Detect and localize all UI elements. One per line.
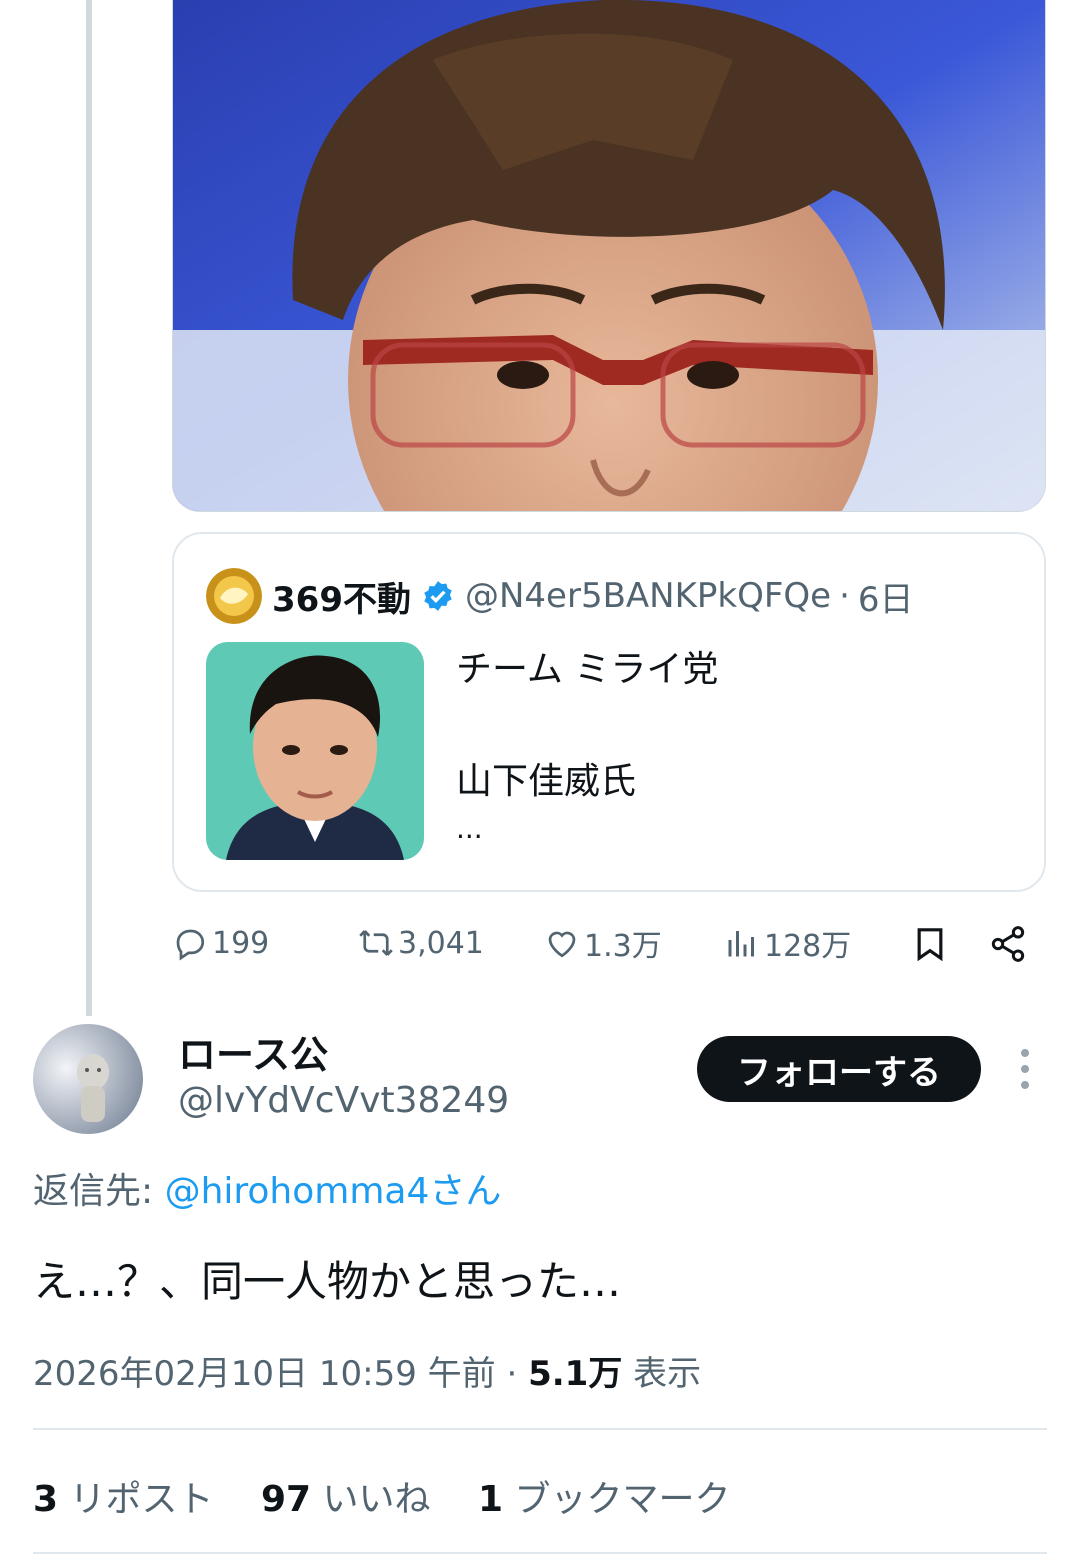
quoted-author-handle[interactable]: @N4er5BANKPkQFQe	[465, 576, 831, 616]
likes-stat[interactable]: 97 いいね	[261, 1479, 431, 1520]
quoted-tweet-ellipsis: ...	[456, 812, 483, 845]
more-icon[interactable]	[1010, 1046, 1040, 1092]
repost-count: 3,041	[398, 925, 484, 961]
reply-to-line: 返信先: @hirohomma4さん	[33, 1162, 501, 1214]
bookmarks-stat[interactable]: 1 ブックマーク	[478, 1479, 731, 1520]
tweet-action-bar: 199 3,041 1.3万 128万	[172, 912, 1046, 974]
quoted-tweet-thumbnail[interactable]	[206, 642, 424, 860]
tweet-photo[interactable]	[172, 0, 1046, 512]
reply-count: 199	[212, 925, 270, 961]
views-icon	[728, 931, 754, 957]
meta-separator: ·	[495, 1354, 529, 1394]
reply-to-link[interactable]: @hirohomma4さん	[165, 1171, 502, 1212]
reposts-stat[interactable]: 3 リポスト	[33, 1479, 214, 1520]
bookmarks-stat-label: ブックマーク	[503, 1479, 731, 1520]
repost-button[interactable]: 3,041	[358, 912, 484, 974]
repost-icon	[359, 930, 393, 956]
quoted-tweet-line-2: 山下佳威氏	[456, 761, 637, 802]
reposts-stat-count: 3	[33, 1479, 59, 1520]
share-icon[interactable]	[988, 924, 1028, 964]
likes-stat-count: 97	[260, 1479, 312, 1520]
bookmark-icon[interactable]	[910, 924, 950, 964]
reply-button[interactable]: 199	[172, 912, 269, 974]
figurine-avatar-image	[33, 1024, 143, 1134]
like-count: 1.3万	[584, 929, 662, 964]
verified-icon	[424, 581, 452, 611]
divider	[33, 1552, 1047, 1554]
likes-stat-label: いいね	[311, 1479, 431, 1520]
tweet-text: え…？、同一人物かと思った…	[33, 1257, 622, 1306]
separator-dot: ·	[839, 576, 850, 616]
views-count: 128万	[764, 929, 852, 964]
photo-illustration	[173, 0, 1045, 511]
engagement-stats: 3 リポスト 97 いいね 1 ブックマーク	[33, 1470, 731, 1522]
tweet-timestamp[interactable]: 2026年02月10日 10:59 午前	[33, 1354, 496, 1394]
quoted-author-name[interactable]: 369不動	[272, 572, 411, 621]
reposts-stat-label: リポスト	[58, 1479, 214, 1520]
like-button[interactable]: 1.3万	[544, 912, 662, 974]
views-button[interactable]: 128万	[724, 912, 851, 974]
view-count: 5.1万	[528, 1354, 623, 1394]
author-avatar[interactable]	[33, 1024, 143, 1134]
reply-to-prefix: 返信先:	[33, 1171, 165, 1212]
quoted-tweet-line-1: チーム ミライ党	[456, 649, 719, 690]
follow-button[interactable]: フォローする	[697, 1036, 981, 1102]
view-label: 表示	[622, 1354, 702, 1394]
portrait-illustration	[206, 642, 424, 860]
like-icon	[548, 931, 576, 958]
gold-avatar-image	[206, 568, 262, 624]
author-name[interactable]: ロース公	[178, 1024, 328, 1079]
quoted-tweet-header: 369不動 @N4er5BANKPkQFQe · 6日	[206, 568, 914, 624]
quoted-tweet-age[interactable]: 6日	[858, 572, 914, 621]
thread-connector-line	[86, 0, 92, 1016]
divider	[33, 1428, 1047, 1430]
tweet-meta: 2026年02月10日 10:59 午前 · 5.1万 表示	[33, 1346, 701, 1395]
quoted-tweet-card[interactable]: 369不動 @N4er5BANKPkQFQe · 6日 チーム ミライ党 山下佳…	[172, 532, 1046, 892]
author-handle[interactable]: @lvYdVcVvt38249	[178, 1080, 509, 1121]
reply-icon	[176, 929, 205, 961]
bookmarks-stat-count: 1	[477, 1479, 504, 1520]
quoted-author-avatar[interactable]	[206, 568, 262, 624]
